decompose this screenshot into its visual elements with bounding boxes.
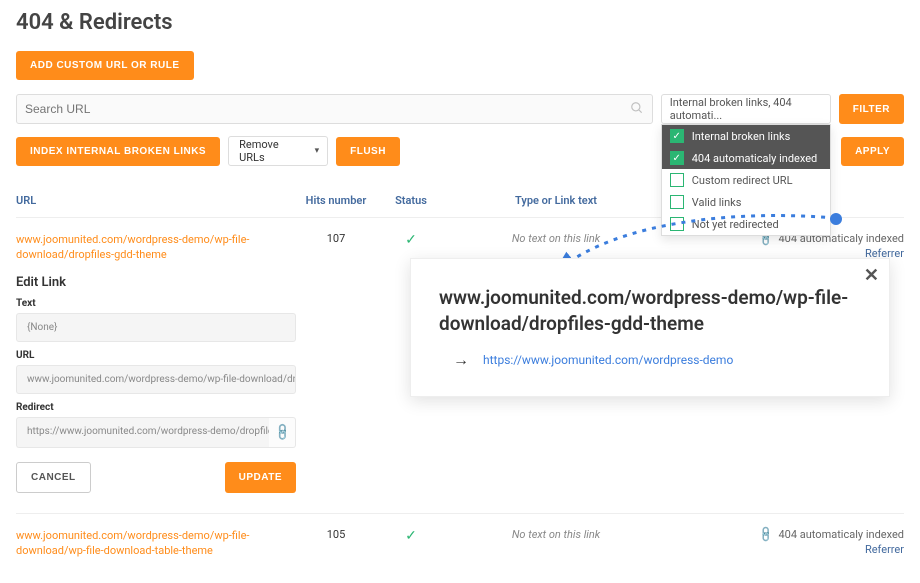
col-header-status[interactable]: Status xyxy=(376,194,446,207)
checkbox-checked-icon: ✓ xyxy=(670,151,684,165)
row-badge: 404 automaticaly indexed xyxy=(778,528,904,541)
cancel-button[interactable]: Cancel xyxy=(16,462,91,493)
row-hits: 107 xyxy=(296,232,376,245)
search-icon xyxy=(630,101,644,118)
popup-source-url: www.joomunited.com/wordpress-demo/wp-fil… xyxy=(439,285,861,336)
status-ok-icon: ✓ xyxy=(405,232,417,248)
update-button[interactable]: Update xyxy=(225,462,296,493)
row-referrer-link[interactable]: Referrer xyxy=(865,543,904,556)
remove-select-value: Remove URLs xyxy=(239,138,303,164)
row-url-link[interactable]: www.joomunited.com/wordpress-demo/wp-fil… xyxy=(16,232,276,263)
status-ok-icon: ✓ xyxy=(405,528,417,544)
edit-url-input[interactable]: www.joomunited.com/wordpress-demo/wp-fil… xyxy=(16,365,296,394)
filter-option[interactable]: Custom redirect URL xyxy=(662,169,830,191)
redirect-link-picker-button[interactable]: 🔗 xyxy=(269,417,296,448)
arrow-right-icon: → xyxy=(453,350,469,370)
search-box[interactable] xyxy=(16,94,653,124)
redirect-preview-popup: ✕ www.joomunited.com/wordpress-demo/wp-f… xyxy=(410,258,890,397)
checkbox-icon xyxy=(670,173,684,187)
row-hits: 105 xyxy=(296,528,376,541)
index-broken-links-button[interactable]: Index Internal Broken Links xyxy=(16,137,220,166)
filter-option-label: Internal broken links xyxy=(692,130,791,143)
filter-option[interactable]: ✓ Internal broken links xyxy=(662,125,830,147)
apply-button[interactable]: Apply xyxy=(841,137,904,166)
filter-select-summary: Internal broken links, 404 automati... xyxy=(670,96,822,122)
row-meta: 🔗404 automaticaly indexed Referrer xyxy=(666,232,904,260)
filter-button[interactable]: Filter xyxy=(839,94,904,124)
row-link-text: No text on this link xyxy=(446,232,666,245)
add-custom-url-button[interactable]: Add Custom URL or Rule xyxy=(16,51,194,80)
link-chain-icon: 🔗 xyxy=(756,525,775,544)
row-link-text: No text on this link xyxy=(446,528,666,541)
edit-text-input[interactable]: {None} xyxy=(16,313,296,342)
search-input[interactable] xyxy=(25,102,630,116)
filter-option-label: Valid links xyxy=(692,196,742,209)
col-header-hits[interactable]: Hits number xyxy=(296,194,376,207)
link-chain-icon: 🔗 xyxy=(272,422,292,442)
row-url-link[interactable]: www.joomunited.com/wordpress-demo/wp-fil… xyxy=(16,528,276,559)
remove-urls-select[interactable]: Remove URLs xyxy=(228,136,328,166)
checkbox-checked-icon: ✓ xyxy=(670,129,684,143)
checkbox-icon xyxy=(670,195,684,209)
row-meta: 🔗404 automaticaly indexed Referrer xyxy=(666,528,904,556)
filter-dropdown: ✓ Internal broken links ✓ 404 automaticaly… xyxy=(661,124,831,236)
col-header-text[interactable]: Type or Link text xyxy=(446,194,666,207)
search-row: Internal broken links, 404 automati... ✓… xyxy=(16,94,904,124)
close-icon[interactable]: ✕ xyxy=(864,265,879,286)
popup-redirect-link[interactable]: https://www.joomunited.com/wordpress-dem… xyxy=(483,353,733,367)
filter-option-label: 404 automaticaly indexed xyxy=(692,152,818,165)
label-redirect: Redirect xyxy=(16,402,904,413)
table-row: www.joomunited.com/wordpress-demo/wp-fil… xyxy=(16,513,904,573)
filter-option-label: Custom redirect URL xyxy=(692,174,793,187)
filter-option[interactable]: Valid links xyxy=(662,191,830,213)
filter-type-select[interactable]: Internal broken links, 404 automati... ✓… xyxy=(661,94,831,124)
filter-option[interactable]: ✓ 404 automaticaly indexed xyxy=(662,147,830,169)
filter-option-label: Not yet redirected xyxy=(692,218,779,231)
page-title: 404 & Redirects xyxy=(16,10,904,35)
flush-button[interactable]: Flush xyxy=(336,137,400,166)
checkbox-icon xyxy=(670,217,684,231)
filter-option[interactable]: Not yet redirected xyxy=(662,213,830,235)
col-header-url[interactable]: URL xyxy=(16,194,296,207)
annotation-dot-icon xyxy=(830,213,842,225)
edit-redirect-input[interactable]: https://www.joomunited.com/wordpress-dem… xyxy=(16,417,269,448)
